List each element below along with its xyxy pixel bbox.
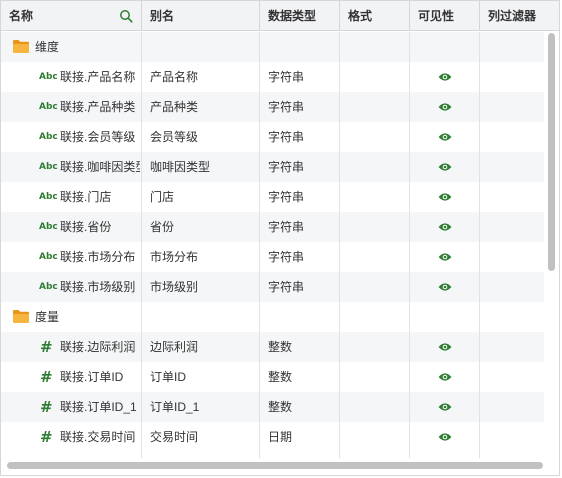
number-type-icon: #	[40, 398, 53, 416]
field-alias[interactable]: 产品种类	[150, 92, 256, 122]
field-alias[interactable]: 订单ID_1	[150, 392, 256, 422]
number-type-icon: #	[40, 428, 53, 446]
field-row[interactable]: # 联接.订单ID 订单ID 整数	[1, 362, 544, 392]
field-name: 联接.市场分布	[60, 250, 136, 264]
text-type-icon: Abc	[39, 102, 58, 112]
grid-header: 名称 别名 数据类型 格式 可见性 列过滤器	[1, 1, 559, 31]
field-alias[interactable]: 边际利润	[150, 332, 256, 362]
column-header-visibility[interactable]: 可见性	[410, 1, 480, 31]
text-type-icon: Abc	[39, 282, 58, 292]
field-alias[interactable]: 市场分布	[150, 242, 256, 272]
field-data-type[interactable]: 字符串	[268, 182, 336, 212]
field-name: 联接.门店	[60, 190, 112, 204]
column-header-column-filter[interactable]: 列过滤器	[480, 1, 559, 31]
column-divider	[259, 32, 260, 458]
vertical-scrollbar-thumb[interactable]	[548, 33, 555, 271]
group-row[interactable]: 度量	[1, 302, 544, 332]
field-row[interactable]: Abc 联接.咖啡因类型 咖啡因类型 字符串	[1, 152, 544, 182]
field-name: 联接.会员等级	[60, 130, 136, 144]
field-alias[interactable]: 订单ID	[150, 362, 256, 392]
field-name: 联接.订单ID_1	[60, 400, 137, 414]
horizontal-scrollbar-thumb[interactable]	[7, 462, 543, 469]
field-data-type[interactable]: 字符串	[268, 92, 336, 122]
eye-icon[interactable]	[438, 372, 452, 382]
eye-icon[interactable]	[438, 162, 452, 172]
eye-icon[interactable]	[438, 102, 452, 112]
text-type-icon: Abc	[39, 132, 58, 142]
column-header-name-label: 名称	[9, 9, 34, 23]
field-data-type[interactable]: 日期	[268, 422, 336, 452]
folder-icon	[13, 310, 29, 323]
text-type-icon: Abc	[39, 162, 58, 172]
eye-icon[interactable]	[438, 132, 452, 142]
field-alias[interactable]: 交易时间	[150, 422, 256, 452]
field-name: 联接.订单ID	[60, 370, 124, 384]
field-data-type[interactable]: 字符串	[268, 212, 336, 242]
field-alias[interactable]: 产品名称	[150, 62, 256, 92]
number-type-icon: #	[40, 338, 53, 356]
field-row[interactable]: # 联接.订单ID_1 订单ID_1 整数	[1, 392, 544, 422]
eye-icon[interactable]	[438, 252, 452, 262]
field-data-type[interactable]: 整数	[268, 362, 336, 392]
field-name: 联接.交易时间	[60, 430, 136, 444]
column-divider	[339, 32, 340, 458]
eye-icon[interactable]	[438, 282, 452, 292]
group-row[interactable]: 维度	[1, 32, 544, 62]
grid-body: 维度 Abc 联接.产品名称 产品名称 字符串 Abc 联接.产品种类 产品种类 字符串 Abc 联…	[1, 32, 559, 458]
folder-icon	[13, 40, 29, 53]
field-alias[interactable]: 会员等级	[150, 122, 256, 152]
number-type-icon: #	[40, 368, 53, 386]
column-header-alias[interactable]: 别名	[142, 1, 260, 31]
field-data-type[interactable]: 字符串	[268, 62, 336, 92]
text-type-icon: Abc	[39, 222, 58, 232]
column-header-name[interactable]: 名称	[1, 1, 142, 31]
field-alias[interactable]: 门店	[150, 182, 256, 212]
field-data-type[interactable]: 字符串	[268, 272, 336, 302]
field-data-type[interactable]: 整数	[268, 332, 336, 362]
field-data-type[interactable]: 字符串	[268, 242, 336, 272]
group-label: 度量	[35, 310, 60, 324]
eye-icon[interactable]	[438, 342, 452, 352]
field-alias[interactable]: 市场级别	[150, 272, 256, 302]
field-name: 联接.边际利润	[60, 340, 136, 354]
field-name: 联接.产品种类	[60, 100, 136, 114]
text-type-icon: Abc	[39, 192, 58, 202]
column-header-data-type[interactable]: 数据类型	[260, 1, 340, 31]
eye-icon[interactable]	[438, 402, 452, 412]
eye-icon[interactable]	[438, 192, 452, 202]
column-header-format[interactable]: 格式	[340, 1, 410, 31]
field-name: 联接.产品名称	[60, 70, 136, 84]
search-icon[interactable]	[119, 9, 133, 23]
column-divider	[141, 32, 142, 458]
field-row[interactable]: Abc 联接.会员等级 会员等级 字符串	[1, 122, 544, 152]
text-type-icon: Abc	[39, 72, 58, 82]
field-name: 联接.市场级别	[60, 280, 136, 294]
text-type-icon: Abc	[39, 252, 58, 262]
field-row[interactable]: Abc 联接.省份 省份 字符串	[1, 212, 544, 242]
field-row[interactable]: Abc 联接.市场级别 市场级别 字符串	[1, 272, 544, 302]
field-row[interactable]: Abc 联接.产品名称 产品名称 字符串	[1, 62, 544, 92]
field-name: 联接.咖啡因类型	[60, 160, 140, 174]
eye-icon[interactable]	[438, 72, 452, 82]
field-name: 联接.省份	[60, 220, 112, 234]
field-alias[interactable]: 省份	[150, 212, 256, 242]
group-label: 维度	[35, 40, 60, 54]
field-row[interactable]: # 联接.交易时间 交易时间 日期	[1, 422, 544, 452]
field-row[interactable]: # 联接.边际利润 边际利润 整数	[1, 332, 544, 362]
eye-icon[interactable]	[438, 432, 452, 442]
field-row[interactable]: Abc 联接.门店 门店 字符串	[1, 182, 544, 212]
field-row[interactable]: Abc 联接.产品种类 产品种类 字符串	[1, 92, 544, 122]
field-data-type[interactable]: 字符串	[268, 152, 336, 182]
eye-icon[interactable]	[438, 222, 452, 232]
field-alias[interactable]: 咖啡因类型	[150, 152, 256, 182]
column-divider	[479, 32, 480, 458]
field-data-type[interactable]: 字符串	[268, 122, 336, 152]
field-grid: 名称 别名 数据类型 格式 可见性 列过滤器 维度 Abc 联接.产品名称 产品名称字…	[0, 0, 560, 476]
field-data-type[interactable]: 整数	[268, 392, 336, 422]
field-row[interactable]: Abc 联接.市场分布 市场分布 字符串	[1, 242, 544, 272]
column-divider	[409, 32, 410, 458]
